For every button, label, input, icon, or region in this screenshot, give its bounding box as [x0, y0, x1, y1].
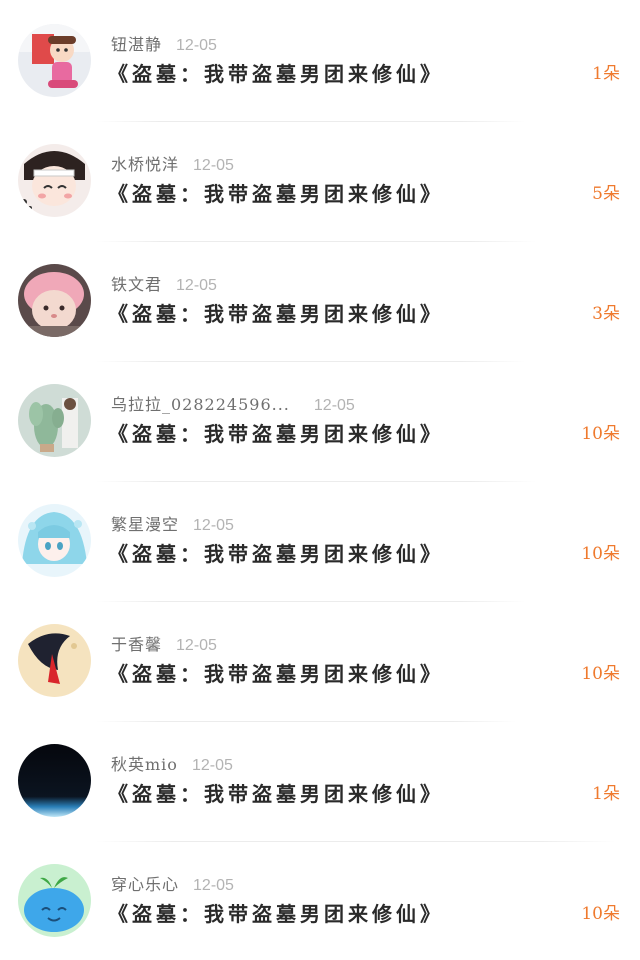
book-title[interactable]: 《盗墓：我带盗墓男团来修仙》 — [108, 540, 444, 568]
item-meta: 于香馨 12-05 — [111, 633, 217, 657]
book-title[interactable]: 《盗墓：我带盗墓男团来修仙》 — [108, 660, 444, 688]
gift-list-item[interactable]: 钮湛静 12-05 《盗墓：我带盗墓男团来修仙》 1朵 — [0, 0, 640, 122]
book-title[interactable]: 《盗墓：我带盗墓男团来修仙》 — [108, 180, 444, 208]
item-date: 12-05 — [176, 277, 217, 294]
flower-count: 10朵 — [581, 424, 620, 444]
item-meta: 水桥悦洋 12-05 — [111, 153, 234, 177]
cactus-avatar-icon[interactable] — [18, 384, 91, 457]
gift-list-item[interactable]: 繁星漫空 12-05 《盗墓：我带盗墓男团来修仙》 10朵 — [0, 480, 640, 602]
item-date: 12-05 — [193, 877, 234, 894]
item-date: 12-05 — [193, 157, 234, 174]
gift-list: 钮湛静12-05 《盗墓：我带盗墓男团来修仙》 1朵 水桥悦洋12-05 《 — [0, 0, 640, 956]
night-sky-avatar-icon[interactable] — [18, 744, 91, 817]
flower-count: 1朵 — [592, 64, 620, 84]
item-meta: 铁文君 12-05 — [111, 273, 217, 297]
flower-count: 3朵 — [592, 304, 620, 324]
book-title[interactable]: 《盗墓：我带盗墓男团来修仙》 — [108, 60, 444, 88]
item-date: 12-05 — [176, 37, 217, 54]
gift-list-item[interactable]: 穿心乐心 12-05 《盗墓：我带盗墓男团来修仙》 10朵 — [0, 840, 640, 960]
item-date: 12-05 — [313, 397, 355, 414]
item-meta: 乌拉拉_028224596... 12-05 — [111, 393, 355, 417]
blue-blob-avatar-icon[interactable] — [18, 864, 91, 937]
gift-list-item[interactable]: 水桥悦洋 12-05 《盗墓：我带盗墓男团来修仙》 5朵 — [0, 120, 640, 242]
user-name[interactable]: 乌拉拉_028224596... — [111, 395, 290, 414]
user-name[interactable]: 穿心乐心 — [111, 875, 179, 894]
doll-avatar-icon[interactable] — [18, 24, 91, 97]
book-title[interactable]: 《盗墓：我带盗墓男团来修仙》 — [108, 300, 444, 328]
anime-girl-avatar-icon[interactable] — [18, 504, 91, 577]
gift-list-item[interactable]: 乌拉拉_028224596... 12-05 《盗墓：我带盗墓男团来修仙》 10朵 — [0, 360, 640, 482]
pink-cat-avatar-icon[interactable] — [18, 264, 91, 337]
flower-count: 1朵 — [592, 784, 620, 804]
gift-list-item[interactable]: 铁文君 12-05 《盗墓：我带盗墓男团来修仙》 3朵 — [0, 240, 640, 362]
cartoon-girl-avatar-icon[interactable] — [18, 144, 91, 217]
user-name[interactable]: 繁星漫空 — [111, 515, 179, 534]
item-meta: 钮湛静 12-05 — [111, 33, 217, 57]
item-date: 12-05 — [191, 757, 233, 774]
gift-list-item[interactable]: 秋英mio 12-05 《盗墓：我带盗墓男团来修仙》 1朵 — [0, 720, 640, 842]
item-date: 12-05 — [176, 637, 217, 654]
user-name[interactable]: 水桥悦洋 — [111, 155, 179, 174]
item-date: 12-05 — [193, 517, 234, 534]
item-meta: 繁星漫空 12-05 — [111, 513, 234, 537]
user-name[interactable]: 于香馨 — [111, 635, 162, 654]
item-meta: 穿心乐心 12-05 — [111, 873, 234, 897]
flower-count: 10朵 — [581, 664, 620, 684]
user-name[interactable]: 钮湛静 — [111, 35, 162, 54]
gift-list-item[interactable]: 于香馨 12-05 《盗墓：我带盗墓男团来修仙》 10朵 — [0, 600, 640, 722]
flower-count: 10朵 — [581, 544, 620, 564]
book-title[interactable]: 《盗墓：我带盗墓男团来修仙》 — [108, 420, 444, 448]
book-title[interactable]: 《盗墓：我带盗墓男团来修仙》 — [108, 900, 444, 928]
flower-count: 10朵 — [581, 904, 620, 924]
flower-count: 5朵 — [592, 184, 620, 204]
book-title[interactable]: 《盗墓：我带盗墓男团来修仙》 — [108, 780, 444, 808]
item-meta: 秋英mio 12-05 — [111, 753, 233, 777]
moon-illustration-avatar-icon[interactable] — [18, 624, 91, 697]
user-name[interactable]: 铁文君 — [111, 275, 162, 294]
user-name[interactable]: 秋英mio — [111, 755, 178, 774]
